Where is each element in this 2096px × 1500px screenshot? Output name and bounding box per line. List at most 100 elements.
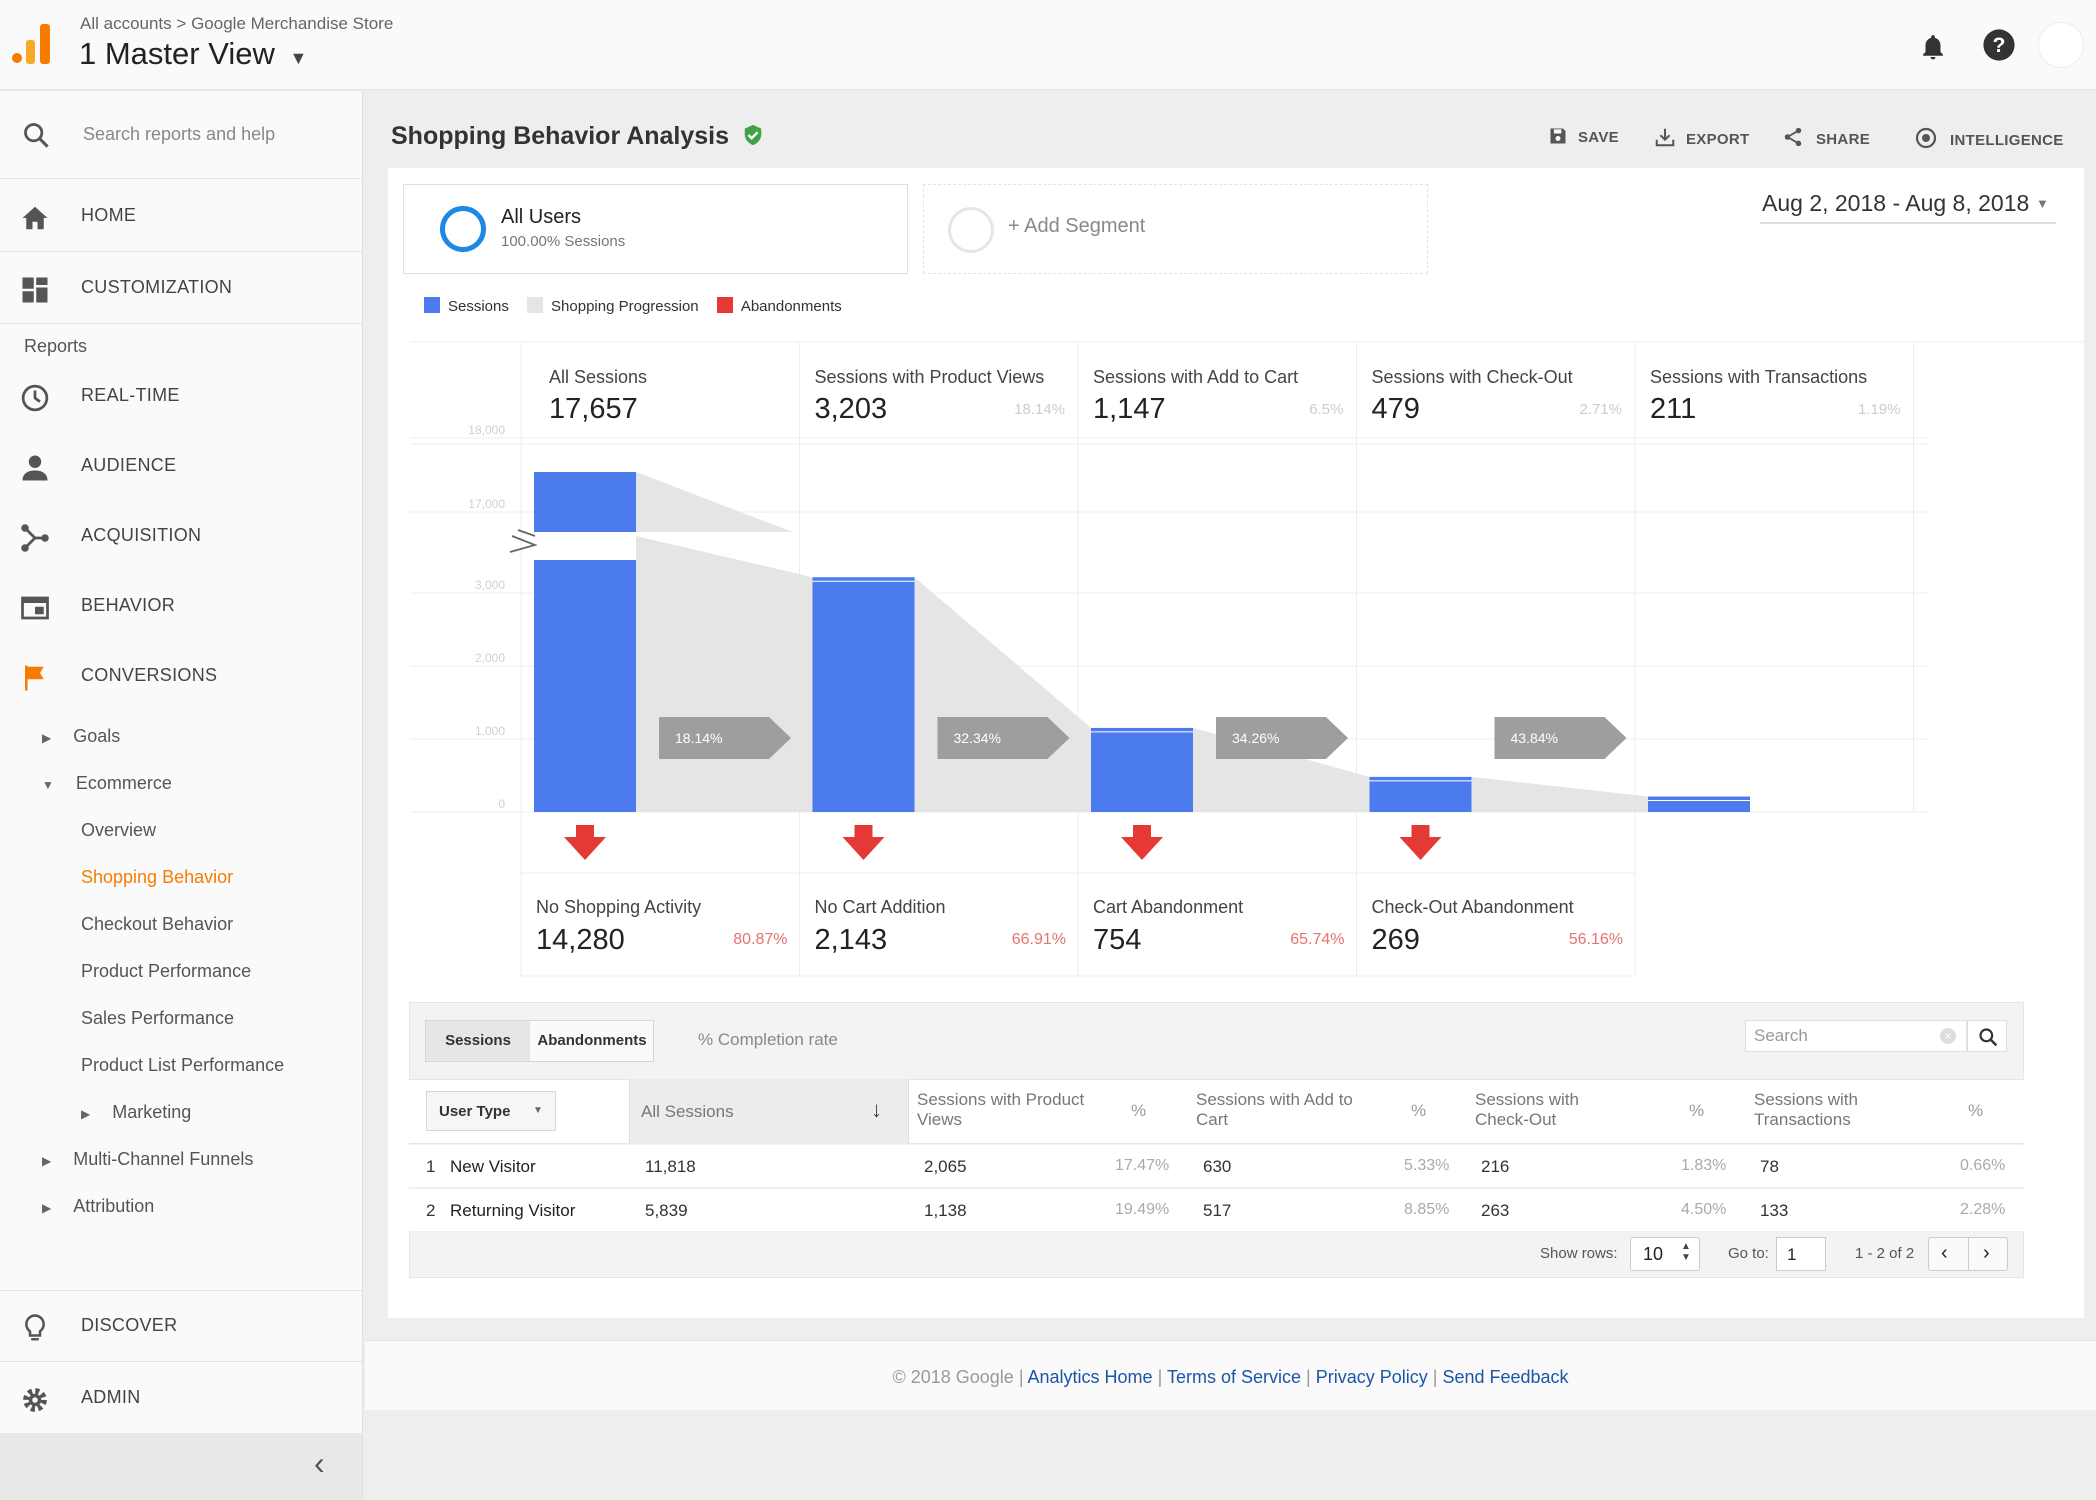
abandon-arrow-icon (564, 825, 606, 860)
funnel-step-value: 1,147 (1093, 393, 1166, 425)
footer-copyright: © 2018 Google (892, 1367, 1014, 1387)
funnel-step-value: 479 (1372, 393, 1420, 425)
abandon-arrow-icon (1121, 825, 1163, 860)
column-header-add-to-cart[interactable]: Sessions with Add to Cart (1196, 1090, 1376, 1130)
column-header-pct[interactable]: % (1689, 1101, 1704, 1121)
sidebar-item-label: ADMIN (81, 1387, 141, 1407)
sidebar-item-label: DISCOVER (81, 1315, 178, 1335)
collapse-sidebar-icon[interactable]: ‹ (314, 1445, 325, 1482)
dimension-label: User Type (439, 1103, 511, 1120)
funnel-step-share: 18.14% (1014, 401, 1065, 418)
abandon-pct: 80.87% (733, 931, 787, 948)
tab-abandonments[interactable]: Abandonments (530, 1021, 654, 1061)
next-page-button[interactable]: › (1983, 1242, 1990, 1265)
collapse-bar[interactable]: ‹ (0, 1433, 362, 1500)
lightbulb-icon (25, 1314, 45, 1341)
footer: © 2018 Google | Analytics Home | Terms o… (365, 1340, 2096, 1410)
cell-add-to-cart: 517 (1203, 1201, 1232, 1220)
abandon-pct: 56.16% (1569, 931, 1623, 948)
axis-break-icon (509, 529, 538, 553)
progression-band (636, 536, 813, 812)
y-tick-label: 0 (498, 797, 505, 811)
funnel-step-label: Sessions with Check-Out (1372, 367, 1573, 387)
chevron-right-icon: ▶ (81, 1107, 91, 1121)
cell-add-to-cart: 630 (1203, 1157, 1232, 1176)
footer-sep: | (1432, 1367, 1438, 1387)
sidebar-item-sales-performance[interactable]: Sales Performance (81, 1008, 234, 1029)
cell-check-out-pct: 1.83% (1681, 1157, 1727, 1174)
footer-link-privacy[interactable]: Privacy Policy (1316, 1367, 1428, 1387)
column-header-pct[interactable]: % (1131, 1101, 1146, 1121)
gear-icon (23, 1388, 47, 1412)
abandon-value: 754 (1093, 924, 1141, 956)
table-search-input[interactable]: Search × (1745, 1020, 1967, 1052)
search-icon (1979, 1028, 1998, 1047)
column-header-all-sessions[interactable]: All Sessions ↓ (629, 1079, 909, 1144)
sidebar-item-admin[interactable]: ADMIN (0, 1363, 362, 1433)
completion-rate-label: % Completion rate (698, 1030, 838, 1049)
chevron-right-icon: ▶ (42, 1201, 52, 1215)
footer-link-feedback[interactable]: Send Feedback (1442, 1367, 1568, 1387)
goto-page-input[interactable]: 1 (1776, 1237, 1826, 1271)
progression-band (914, 577, 1091, 812)
table-row: 2 Returning Visitor 5,839 1,138 19.49% 5… (409, 1189, 2024, 1232)
footer-link-analytics-home[interactable]: Analytics Home (1028, 1367, 1153, 1387)
sidebar-item-label: Marketing (112, 1102, 192, 1122)
cell-check-out: 216 (1481, 1157, 1510, 1176)
chevron-right-icon: ▶ (42, 1154, 52, 1168)
row-index: 2 (426, 1201, 436, 1220)
chevron-down-icon: ▼ (533, 1105, 543, 1116)
sidebar-item-discover[interactable]: DISCOVER (0, 1291, 362, 1361)
table-search-button[interactable] (1967, 1020, 2007, 1052)
sort-descending-icon[interactable]: ↓ (871, 1097, 882, 1123)
funnel-bar (1648, 796, 1750, 812)
cell-check-out: 263 (1481, 1201, 1510, 1220)
footer-sep: | (1306, 1367, 1311, 1387)
funnel-step-label: Sessions with Transactions (1650, 367, 1867, 387)
progression-pct-label: 18.14% (675, 730, 722, 746)
abandon-value: 14,280 (536, 924, 625, 956)
sidebar-item-label: Multi-Channel Funnels (73, 1149, 254, 1169)
tab-sessions[interactable]: Sessions (426, 1021, 530, 1061)
y-tick-label: 18,000 (468, 423, 505, 437)
column-header-label: All Sessions (641, 1102, 734, 1121)
sidebar-item-attribution[interactable]: ▶ Attribution (42, 1196, 154, 1217)
y-tick-label: 17,000 (468, 497, 505, 511)
progression-pct-label: 32.34% (954, 730, 1001, 746)
column-header-pct[interactable]: % (1411, 1101, 1426, 1121)
funnel-step-value: 17,657 (549, 393, 638, 425)
column-header-transactions[interactable]: Sessions with Transactions (1754, 1090, 1914, 1130)
cell-transactions: 133 (1760, 1201, 1789, 1220)
row-user-type-link[interactable]: New Visitor (450, 1157, 536, 1177)
table-search-placeholder: Search (1754, 1026, 1808, 1045)
abandon-label: Cart Abandonment (1093, 897, 1243, 917)
column-header-pct[interactable]: % (1968, 1101, 1983, 1121)
progression-band-upper (636, 472, 793, 532)
cell-all-sessions: 5,839 (645, 1201, 688, 1220)
sidebar-item-marketing[interactable]: ▶ Marketing (81, 1102, 191, 1123)
column-header-check-out[interactable]: Sessions with Check-Out (1475, 1090, 1635, 1130)
footer-link-terms[interactable]: Terms of Service (1167, 1367, 1301, 1387)
show-rows-select[interactable]: 10 ▲ ▼ (1630, 1237, 1700, 1271)
cell-product-views: 1,138 (924, 1201, 967, 1220)
abandon-value: 2,143 (815, 924, 888, 956)
cell-add-to-cart-pct: 5.33% (1404, 1157, 1450, 1174)
dimension-selector[interactable]: User Type ▼ (426, 1091, 556, 1131)
funnel-step-label: All Sessions (549, 367, 647, 387)
cell-transactions-pct: 2.28% (1960, 1201, 2006, 1218)
clear-icon[interactable]: × (1940, 1028, 1956, 1044)
footer-links: © 2018 Google | Analytics Home | Terms o… (365, 1367, 2096, 1388)
cell-all-sessions: 11,818 (645, 1157, 696, 1176)
row-user-type-link[interactable]: Returning Visitor (450, 1201, 575, 1221)
sidebar-item-multichannel[interactable]: ▶ Multi-Channel Funnels (42, 1149, 253, 1170)
cell-product-views: 2,065 (924, 1157, 967, 1176)
column-header-product-views[interactable]: Sessions with Product Views (917, 1090, 1097, 1130)
show-rows-label: Show rows: (1540, 1245, 1618, 1262)
cell-product-views-pct: 19.49% (1115, 1201, 1170, 1218)
funnel-step-label: Sessions with Add to Cart (1093, 367, 1298, 387)
abandon-label: No Shopping Activity (536, 897, 701, 917)
sidebar-item-product-list-performance[interactable]: Product List Performance (81, 1055, 284, 1076)
prev-page-button[interactable]: ‹ (1941, 1242, 1948, 1265)
funnel-bar-upper (534, 472, 636, 532)
funnel-bar (1369, 776, 1472, 812)
